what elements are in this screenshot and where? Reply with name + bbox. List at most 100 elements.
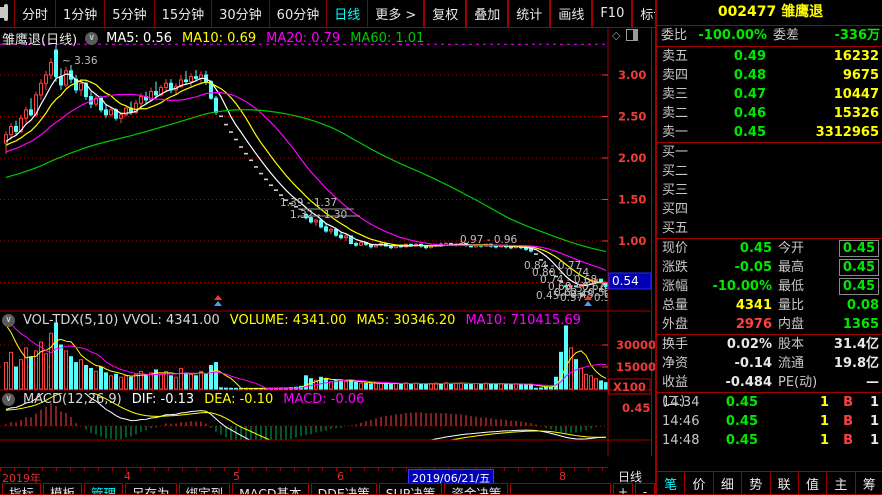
tick-row-0[interactable]: 14:34 0.45 1 B 1: [657, 393, 882, 412]
ask-row-3[interactable]: 卖三 0.47 10447: [657, 85, 882, 104]
toolbar-period-4[interactable]: 30分钟: [211, 0, 269, 27]
ask-price: 0.45: [733, 125, 766, 140]
top-toolbar: 分时 1分钟 5分钟 15分钟 30分钟 60分钟 日线 更多 > 复权 叠加 统计 画线 F10 标记…: [0, 0, 761, 28]
quote-main-row-3: 总量 4341 量比 0.08: [657, 296, 882, 315]
indicator-tab-指标[interactable]: 指标: [2, 483, 42, 494]
window-split-icon[interactable]: [0, 4, 8, 21]
toolbar-tool-1[interactable]: 叠加: [465, 0, 507, 27]
toolbar-period-7[interactable]: 更多 >: [367, 0, 423, 27]
field-label: 今开: [778, 241, 805, 256]
quote-tab-联[interactable]: 联: [771, 472, 799, 494]
svg-text:2.00: 2.00: [618, 151, 646, 165]
field-value-inner: 0.08: [846, 298, 879, 313]
quote-tab-主[interactable]: 主: [827, 472, 856, 494]
ask-row-4[interactable]: 卖四 0.48 9675: [657, 66, 882, 85]
bid-row-1[interactable]: 买一: [657, 143, 882, 162]
chart-area: ~ 3.36 1.39 - 1.37 1.32 - 1.30 0.97 - 0.96 0…: [0, 27, 655, 494]
bid-row-5[interactable]: 买五: [657, 219, 882, 238]
bid-row-4[interactable]: 买四: [657, 200, 882, 219]
tick-count: 1: [869, 395, 879, 410]
field-value: 0.02%: [726, 337, 772, 352]
quote-tab-势[interactable]: 势: [742, 472, 771, 494]
split-view-icon[interactable]: [626, 29, 639, 41]
toolbar-period-5[interactable]: 60分钟: [268, 0, 327, 27]
indicator-tab-资金决策[interactable]: 资金决策: [444, 483, 509, 494]
chevron-down-icon[interactable]: ∨: [2, 314, 15, 327]
toolbar-period-3[interactable]: 15分钟: [153, 0, 212, 27]
tick-trade-list[interactable]: 14:34 0.45 1 B 1 14:46 0.45 1 B 1 14:48 0.45 1 B 1: [657, 393, 882, 450]
indicator-tab-模板[interactable]: 模板: [43, 483, 83, 494]
ask-volume: 9675: [842, 68, 879, 83]
indicator-tab-另存为[interactable]: 另存为: [125, 483, 177, 494]
toolbar-period-0[interactable]: 分时: [14, 0, 55, 27]
field-label: 内盘: [778, 317, 805, 332]
quote-tab-笔[interactable]: 笔: [657, 472, 686, 494]
indicator-tab-MACD基本[interactable]: MACD基本: [232, 483, 309, 494]
toolbar-tool-3[interactable]: 画线: [549, 0, 591, 27]
svg-text:1.32 - 1.30: 1.32 - 1.30: [290, 209, 347, 221]
indicator-tab-DDE决策[interactable]: DDE决策: [310, 483, 377, 494]
bid-volume: [766, 219, 879, 238]
tick-row-2[interactable]: 14:48 0.45 1 B 1: [657, 431, 882, 450]
ask-volume: 16232: [833, 49, 879, 64]
quote-tab-筹[interactable]: 筹: [856, 472, 882, 494]
field-label: 量比: [778, 298, 805, 313]
bid-label: 买一: [662, 145, 689, 160]
field-value: 31.4亿: [816, 335, 879, 354]
chevron-down-icon[interactable]: ∨: [2, 393, 15, 406]
toolbar-period-6[interactable]: 日线: [326, 0, 367, 27]
field-value: 19.8亿: [816, 354, 879, 373]
tick-row-1[interactable]: 14:46 0.45 1 B 1: [657, 412, 882, 431]
stock-title[interactable]: 002477 雏鹰退: [657, 0, 882, 25]
zoom-in-button[interactable]: +: [613, 483, 633, 494]
bid-label: 买四: [662, 202, 689, 217]
bid-volume: [766, 143, 879, 162]
quote-panel-tabs: 笔价细势联值主筹: [657, 471, 882, 494]
field-value: 0.08: [816, 296, 879, 315]
indicator-tab-SUP决策[interactable]: SUP决策: [378, 483, 443, 494]
bid-row-3[interactable]: 买三: [657, 181, 882, 200]
toolbar-period-1[interactable]: 1分钟: [55, 0, 104, 27]
ask-row-5[interactable]: 卖五 0.49 16232: [657, 47, 882, 66]
quote-fields-main: 现价 0.45 今开 0.45 涨跌 -0.05 最高 0.45 涨幅 -10.00% 最低 0.45…: [657, 239, 882, 334]
field-value: -0.05: [734, 260, 772, 275]
quote-tab-值[interactable]: 值: [799, 472, 828, 494]
field-value: 4341: [735, 298, 772, 313]
toolbar-tool-4[interactable]: F10: [591, 0, 631, 27]
quote-tab-价[interactable]: 价: [685, 472, 714, 494]
toolbar-tool-0[interactable]: 复权: [423, 0, 465, 27]
indicator-tab-row: 指标 模板 管理 另存为 绑定到 MACD基本 DDE决策 SUP决策 资金决策 + -: [0, 483, 655, 494]
field-value: 0.45: [739, 241, 772, 256]
field-label: 换手: [662, 337, 689, 352]
field-value-inner: 0.45: [838, 259, 879, 276]
toolbar-tool-2[interactable]: 统计: [507, 0, 549, 27]
indicator-tab-绑定到[interactable]: 绑定到: [178, 483, 231, 494]
bid-row-2[interactable]: 买二: [657, 162, 882, 181]
ask-queue: 卖五 0.49 16232 卖四 0.48 9675 卖三 0.47 10447 卖二 0.46 15…: [657, 47, 882, 142]
bid-label: 买二: [662, 164, 689, 179]
date-axis-ticks: [0, 468, 608, 471]
period-indicator: 日线: [617, 470, 642, 484]
stock-name: 雏鹰退: [781, 4, 824, 20]
zoom-out-button[interactable]: -: [635, 483, 655, 494]
quote-tab-细[interactable]: 细: [714, 472, 743, 494]
field-label: 现价: [662, 241, 689, 256]
indicator-tab-管理[interactable]: 管理: [84, 483, 124, 494]
ask-row-2[interactable]: 卖二 0.46 15326: [657, 104, 882, 123]
chart-corner-icons: ◇: [612, 29, 639, 42]
weibi-value: -100.00%: [698, 28, 767, 43]
field-label: 外盘: [662, 317, 689, 332]
bid-queue: 买一买二买三买四买五: [657, 143, 882, 238]
field-value: -0.14: [734, 356, 772, 371]
ask-row-1[interactable]: 卖一 0.45 3312965: [657, 123, 882, 142]
ask-label: 卖二: [662, 106, 689, 121]
quote-fund-row-0: 换手 0.02% 股本 31.4亿: [657, 335, 882, 354]
ask-volume: 15326: [833, 106, 879, 121]
quote-main-row-4: 外盘 2976 内盘 1365: [657, 315, 882, 334]
toolbar-period-2[interactable]: 5分钟: [104, 0, 153, 27]
date-axis[interactable]: 2019年 4 5 6 8 2019/06/21/五: [0, 467, 608, 487]
svg-text:1.39 - 1.37: 1.39 - 1.37: [280, 197, 337, 209]
kline-chart[interactable]: ~ 3.36 1.39 - 1.371.32 - 1.30 0.97 - 0.96 0…: [0, 27, 655, 456]
tick-volume: 1: [819, 395, 829, 410]
diamond-icon[interactable]: ◇: [612, 29, 620, 42]
